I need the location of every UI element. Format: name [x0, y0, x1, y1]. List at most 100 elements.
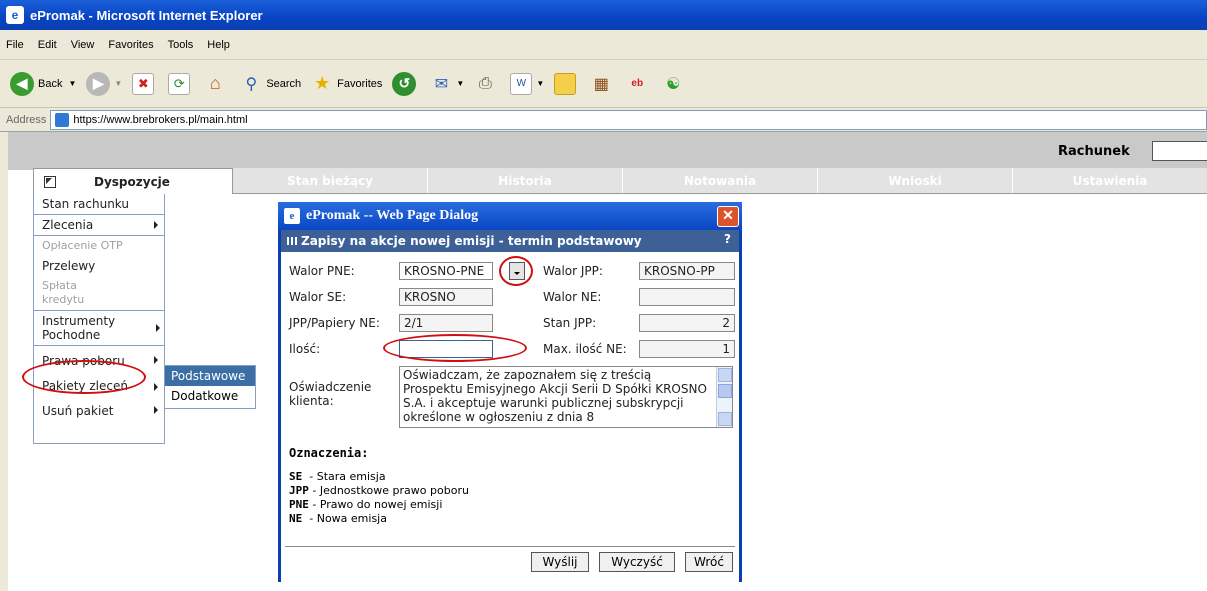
walor-se-field: KROSNO [399, 288, 493, 306]
sidebar-item-stan-rachunku[interactable]: Stan rachunku [34, 194, 164, 214]
tab-label: Dyspozycje [94, 174, 170, 189]
help-icon[interactable]: ? [724, 232, 731, 246]
walor-jpp-field: KROSNO-PP [639, 262, 735, 280]
ie-icon: e [284, 208, 300, 224]
history-button[interactable]: ↺ [392, 71, 420, 96]
account-label: Rachunek [1058, 144, 1130, 159]
history-icon: ↺ [392, 71, 417, 96]
legend-row: SE - Stara emisja [289, 470, 386, 483]
submenu-item-dodatkowe[interactable]: Dodatkowe [165, 386, 255, 406]
stan-jpp-field: 2 [639, 314, 735, 332]
window-title: ePromak - Microsoft Internet Explorer [30, 7, 263, 23]
back-dropdown-icon[interactable]: ▼ [68, 79, 76, 88]
dialog-body: Zapisy na akcje nowej emisji - termin po… [281, 230, 739, 582]
tab-ustawienia[interactable]: Ustawienia [1013, 168, 1207, 194]
scroll-up-icon[interactable] [718, 368, 732, 382]
refresh-icon: ⟳ [168, 72, 191, 95]
scrollbar[interactable] [716, 367, 732, 427]
research-button[interactable]: ▦ [590, 73, 616, 95]
collapse-icon[interactable] [44, 175, 56, 188]
walor-pne-select[interactable]: KROSNO-PNE [399, 262, 493, 280]
edit-button[interactable]: W ▼ [510, 72, 544, 95]
stan-jpp-label: Stan JPP: [543, 316, 597, 330]
sidebar-item-usun-pakiet[interactable]: Usuń pakiet [34, 399, 164, 421]
stop-icon: ✖ [132, 72, 155, 95]
window-titlebar: e ePromak - Microsoft Internet Explorer [0, 0, 1207, 30]
home-button[interactable]: ⌂ [204, 73, 230, 95]
bars-icon [287, 237, 297, 245]
print-button[interactable]: ⎙ [474, 73, 500, 95]
favorites-button[interactable]: ★ Favorites [311, 73, 382, 95]
discuss-button[interactable] [554, 72, 580, 95]
legend-code: NE [289, 512, 303, 525]
sidebar-item-zlecenia[interactable]: Zlecenia [34, 215, 164, 235]
form-header-title: Zapisy na akcje nowej emisji - termin po… [301, 234, 642, 248]
web-page-dialog: e ePromak -- Web Page Dialog ✕ Zapisy na… [278, 202, 742, 582]
walor-jpp-label: Walor JPP: [543, 264, 603, 278]
tab-wnioski[interactable]: Wnioski [818, 168, 1013, 194]
send-button[interactable]: Wyślij [531, 552, 589, 572]
legend-desc: - Stara emisja [309, 470, 386, 483]
ebay-button[interactable]: eb [626, 73, 652, 95]
forward-button[interactable]: ▶ ▼ [86, 71, 122, 96]
stop-button[interactable]: ✖ [132, 72, 158, 95]
oswiadczenie-textarea[interactable]: Oświadczam, że zapoznałem się z treścią … [399, 366, 733, 428]
walor-ne-field [639, 288, 735, 306]
walor-ne-label: Walor NE: [543, 290, 602, 304]
note-icon [554, 72, 577, 95]
favorites-label: Favorites [337, 77, 383, 90]
refresh-button[interactable]: ⟳ [168, 72, 194, 95]
menu-help[interactable]: Help [207, 39, 230, 51]
edit-dropdown-icon[interactable]: ▼ [536, 79, 544, 88]
tab-historia[interactable]: Historia [428, 168, 623, 194]
jpp-papiery-field: 2/1 [399, 314, 493, 332]
divider [285, 546, 735, 547]
chevron-right-icon [154, 406, 158, 414]
submenu-item-podstawowe[interactable]: Podstawowe [165, 366, 255, 386]
jpp-papiery-label: JPP/Papiery NE: [289, 316, 380, 330]
address-input[interactable]: https://www.brebrokers.pl/main.html [50, 109, 1207, 130]
oswiadczenie-label: Oświadczenie [289, 380, 372, 394]
sidebar-item-przelewy[interactable]: Przelewy [34, 256, 164, 276]
account-input[interactable] [1152, 141, 1207, 161]
tab-dyspozycje[interactable]: Dyspozycje [33, 168, 233, 194]
legend-code: SE [289, 470, 303, 483]
mail-dropdown-icon[interactable]: ▼ [456, 79, 464, 88]
forward-arrow-icon: ▶ [86, 71, 111, 96]
sidebar-item-instrumenty-pochodne[interactable]: Instrumenty Pochodne [34, 311, 160, 345]
menu-favorites[interactable]: Favorites [108, 39, 153, 51]
clear-button[interactable]: Wyczyść [599, 552, 675, 572]
annotation-circle [22, 360, 146, 394]
scroll-down-icon[interactable] [718, 412, 732, 426]
sidebar-menu: Stan rachunku Zlecenia Opłacenie OTP Prz… [33, 194, 165, 444]
scroll-thumb[interactable] [718, 384, 732, 398]
menu-edit[interactable]: Edit [38, 39, 57, 51]
chevron-right-icon [154, 356, 158, 364]
sidebar-item-label: Instrumenty Pochodne [42, 314, 116, 342]
menu-file[interactable]: File [6, 39, 24, 51]
messenger-icon: ☯ [666, 75, 681, 93]
sidebar-item-oplacenie-otp: Opłacenie OTP [34, 236, 164, 256]
books-icon: ▦ [593, 75, 609, 93]
sidebar-item-splata-kredytu: Spłata kredytu [34, 276, 104, 310]
messenger-button[interactable]: ☯ [662, 73, 688, 95]
mail-button[interactable]: ✉ ▼ [430, 73, 465, 95]
word-icon: W [510, 72, 533, 95]
tab-stan-biezacy[interactable]: Stan bieżący [233, 168, 428, 194]
toolbar: ◀ Back ▼ ▶ ▼ ✖ ⟳ ⌂ ⚲ Search ★ Favorites … [0, 60, 1207, 108]
max-ilosc-label: Max. ilość NE: [543, 342, 627, 356]
tab-notowania[interactable]: Notowania [623, 168, 818, 194]
mail-icon: ✉ [434, 75, 449, 93]
forward-dropdown-icon[interactable]: ▼ [114, 79, 122, 88]
menu-view[interactable]: View [71, 39, 95, 51]
search-label: Search [266, 77, 302, 90]
close-button[interactable]: ✕ [717, 206, 739, 227]
back-button-dialog[interactable]: Wróć [685, 552, 733, 572]
search-button[interactable]: ⚲ Search [240, 73, 301, 95]
menubar: File Edit View Favorites Tools Help [0, 30, 1207, 60]
address-bar: Address https://www.brebrokers.pl/main.h… [0, 108, 1207, 132]
page-icon [55, 112, 70, 127]
menu-tools[interactable]: Tools [168, 39, 194, 51]
back-button[interactable]: ◀ Back ▼ [10, 71, 76, 96]
back-arrow-icon: ◀ [10, 71, 34, 96]
